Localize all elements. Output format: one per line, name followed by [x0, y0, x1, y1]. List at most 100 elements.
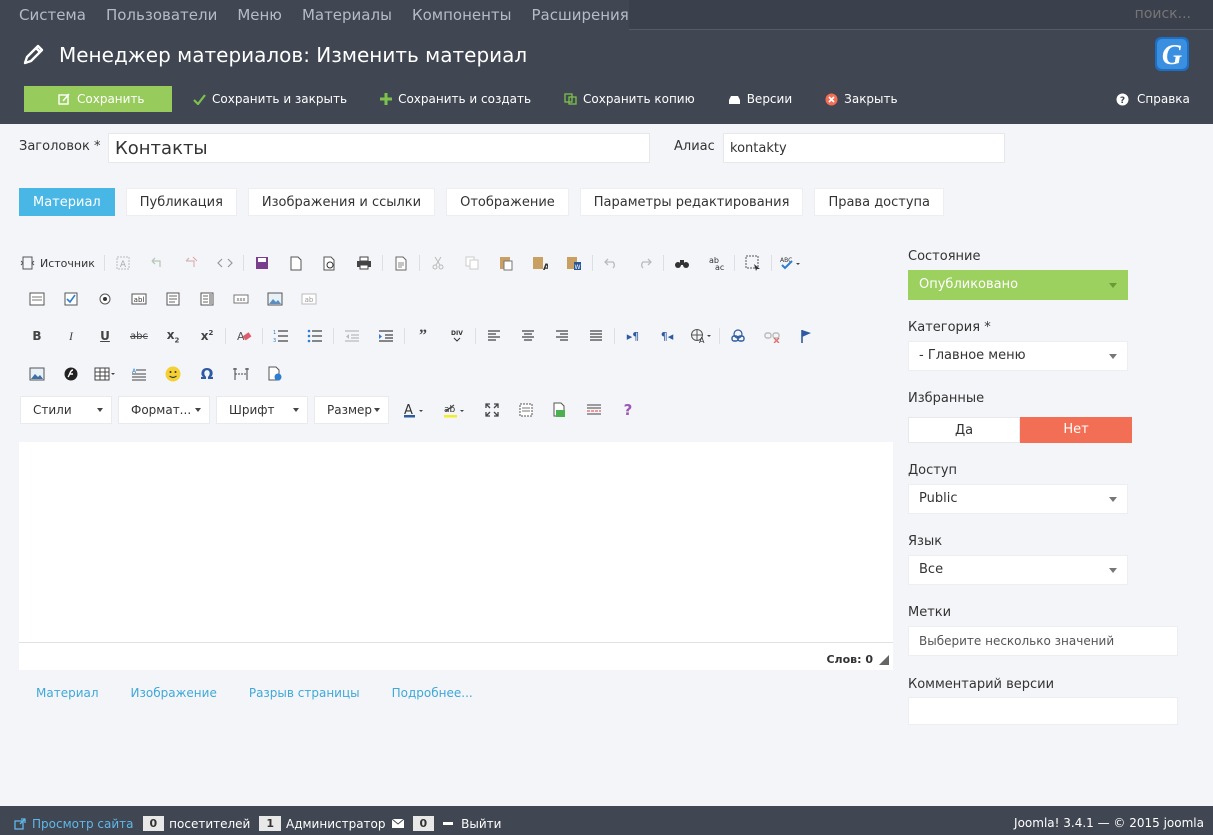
save-copy-button[interactable]: Сохранить копию — [564, 86, 695, 112]
blockquote-icon[interactable]: ” — [406, 325, 440, 347]
subscript-icon[interactable]: x2 — [156, 325, 190, 347]
anchor-flag-icon[interactable] — [789, 325, 823, 347]
print-icon[interactable] — [347, 252, 381, 274]
select-block-icon[interactable] — [736, 252, 770, 274]
flash-icon[interactable] — [54, 363, 88, 385]
align-justify-icon[interactable] — [579, 325, 613, 347]
paste-text-icon[interactable]: A — [523, 252, 557, 274]
copy-text-icon[interactable] — [455, 252, 489, 274]
format-dropdown[interactable]: Формат... — [118, 396, 210, 424]
resize-grip-icon[interactable] — [879, 655, 889, 665]
font-dropdown[interactable]: Шрифт — [216, 396, 308, 424]
checkbox-icon[interactable] — [54, 288, 88, 310]
page-break-icon[interactable] — [224, 363, 258, 385]
preview-icon[interactable] — [313, 252, 347, 274]
radio-icon[interactable] — [88, 288, 122, 310]
horizontal-line-icon[interactable]: A — [122, 363, 156, 385]
bold-icon[interactable]: B — [20, 325, 54, 347]
save-new-button[interactable]: Сохранить и создать — [380, 86, 531, 112]
text-color-icon[interactable]: A — [395, 399, 435, 421]
page-break-alt-icon[interactable] — [577, 399, 611, 421]
menu-item-extensions[interactable]: Расширения — [532, 6, 629, 24]
new-document-icon[interactable] — [279, 252, 313, 274]
indent-icon[interactable] — [369, 325, 403, 347]
insert-readmore-link[interactable]: Подробнее... — [392, 686, 473, 700]
select-field-icon[interactable] — [190, 288, 224, 310]
link-icon[interactable] — [721, 325, 755, 347]
close-button[interactable]: Закрыть — [825, 86, 898, 112]
version-note-input[interactable] — [908, 697, 1178, 725]
size-dropdown[interactable]: Размер — [314, 396, 389, 424]
insert-page-break-link[interactable]: Разрыв страницы — [249, 686, 360, 700]
save-doc-icon[interactable] — [245, 252, 279, 274]
tab-permissions[interactable]: Права доступа — [814, 188, 945, 216]
div-container-icon[interactable]: DIV — [440, 325, 474, 347]
italic-icon[interactable]: I — [54, 325, 88, 347]
readmore-icon[interactable] — [543, 399, 577, 421]
help-button[interactable]: ? Справка — [1116, 92, 1190, 106]
view-site-link[interactable]: Просмотр сайта — [32, 817, 134, 831]
tab-content[interactable]: Материал — [19, 188, 115, 216]
insert-article-link[interactable]: Материал — [36, 686, 99, 700]
language-select[interactable]: Все — [908, 555, 1128, 585]
tab-display[interactable]: Отображение — [446, 188, 569, 216]
textarea-icon[interactable] — [156, 288, 190, 310]
rtl-icon[interactable]: ¶◂ — [650, 325, 684, 347]
cut-icon[interactable] — [421, 252, 455, 274]
select-all-icon[interactable]: A — [106, 252, 140, 274]
remove-format-icon[interactable]: A — [227, 325, 261, 347]
tab-edit-options[interactable]: Параметры редактирования — [579, 188, 804, 216]
insert-image-icon[interactable] — [20, 363, 54, 385]
iframe-icon[interactable] — [258, 363, 292, 385]
align-center-icon[interactable] — [511, 325, 545, 347]
ltr-icon[interactable]: ▸¶ — [616, 325, 650, 347]
editor-help-icon[interactable]: ? — [611, 399, 645, 421]
paste-word-icon[interactable]: W — [557, 252, 591, 274]
hidden-field-icon[interactable]: ab — [292, 288, 326, 310]
editor-content-area[interactable] — [19, 442, 893, 642]
align-right-icon[interactable] — [545, 325, 579, 347]
maximize-icon[interactable] — [475, 399, 509, 421]
access-select[interactable]: Public — [908, 484, 1128, 514]
alias-input[interactable] — [723, 133, 1005, 163]
show-blocks-icon[interactable] — [509, 399, 543, 421]
template-icon[interactable] — [384, 252, 418, 274]
anchor-back-icon[interactable] — [140, 252, 174, 274]
tab-images-links[interactable]: Изображения и ссылки — [247, 188, 436, 216]
spellcheck-icon[interactable]: ABC — [773, 252, 807, 274]
form-icon[interactable] — [20, 288, 54, 310]
featured-no-button[interactable]: Нет — [1020, 417, 1132, 443]
menu-item-users[interactable]: Пользователи — [106, 6, 217, 24]
insert-image-link[interactable]: Изображение — [131, 686, 217, 700]
search-input[interactable] — [1051, 6, 1191, 22]
button-field-icon[interactable]: xxx — [224, 288, 258, 310]
language-icon[interactable]: A — [684, 325, 718, 347]
superscript-icon[interactable]: x2 — [190, 325, 224, 347]
redo-icon[interactable] — [628, 252, 662, 274]
undo-icon[interactable] — [594, 252, 628, 274]
find-icon[interactable] — [665, 252, 699, 274]
code-icon[interactable] — [208, 252, 242, 274]
save-close-button[interactable]: Сохранить и закрыть — [193, 86, 347, 112]
align-left-icon[interactable] — [477, 325, 511, 347]
anchor-remove-icon[interactable] — [174, 252, 208, 274]
image-button-icon[interactable] — [258, 288, 292, 310]
numbered-list-icon[interactable]: 13 — [264, 325, 298, 347]
background-color-icon[interactable]: ab — [435, 399, 475, 421]
outdent-icon[interactable] — [335, 325, 369, 347]
strikethrough-icon[interactable]: abc — [122, 325, 156, 347]
menu-item-system[interactable]: Система — [19, 6, 86, 24]
menu-item-menus[interactable]: Меню — [237, 6, 282, 24]
source-button[interactable]: Источник — [20, 256, 103, 270]
tags-input[interactable]: Выберите несколько значений — [908, 626, 1178, 656]
styles-dropdown[interactable]: Стили — [20, 396, 112, 424]
special-char-icon[interactable]: Ω — [190, 363, 224, 385]
smiley-icon[interactable] — [156, 363, 190, 385]
menu-item-components[interactable]: Компоненты — [412, 6, 512, 24]
unlink-icon[interactable] — [755, 325, 789, 347]
featured-yes-button[interactable]: Да — [908, 417, 1020, 443]
underline-icon[interactable]: U — [88, 325, 122, 347]
paste-icon[interactable] — [489, 252, 523, 274]
category-select[interactable]: - Главное меню — [908, 341, 1128, 371]
replace-icon[interactable]: ab ac — [699, 252, 733, 274]
